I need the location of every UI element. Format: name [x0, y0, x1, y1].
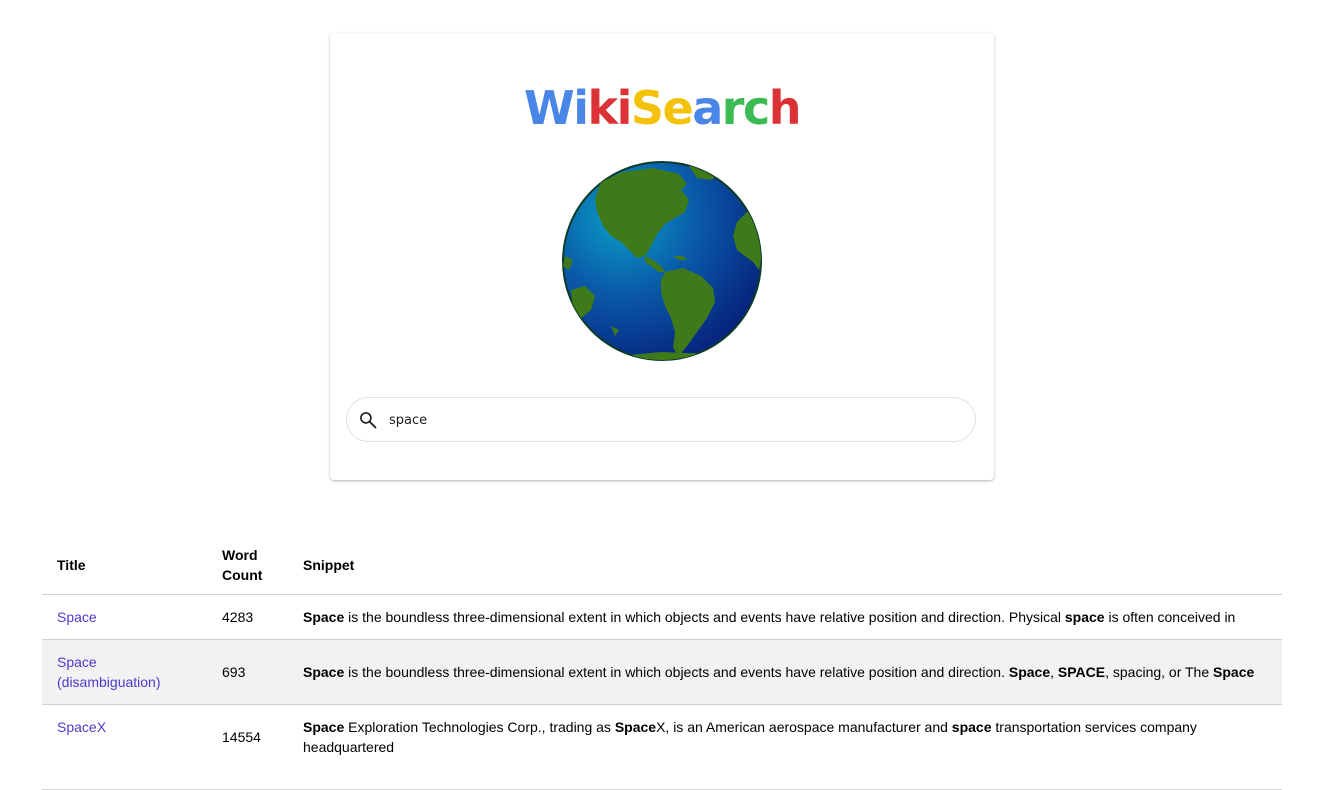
- column-header-title[interactable]: Title: [42, 535, 207, 595]
- column-header-word-count[interactable]: Word Count: [207, 535, 288, 595]
- table-row: Space 4283 Space is the boundless three-…: [42, 594, 1282, 640]
- snippet-text: Exploration Technologies Corp., trading …: [344, 719, 615, 735]
- snippet-text: , spacing, or The: [1105, 664, 1214, 680]
- search-bar[interactable]: [346, 397, 976, 442]
- row-word-count: 693: [207, 639, 288, 705]
- wikisearch-logo: WikiSearch: [330, 85, 994, 131]
- search-card: WikiSearch: [330, 33, 994, 480]
- logo-letter: h: [768, 81, 802, 135]
- snippet-highlight: Space: [614, 719, 657, 735]
- snippet-text: is the boundless three-dimensional exten…: [344, 609, 1065, 625]
- logo-letter: r: [721, 81, 745, 135]
- logo-letter: a: [692, 81, 723, 135]
- result-title-link[interactable]: Space (disambiguation): [57, 652, 177, 692]
- logo-letter: k: [587, 81, 619, 135]
- snippet-text: is the boundless three-dimensional exten…: [344, 664, 1009, 680]
- result-title-link[interactable]: Space: [57, 609, 97, 625]
- row-title-cell: SpaceX: [42, 704, 207, 790]
- snippet-highlight: SPACE: [1057, 664, 1106, 680]
- table-header-row: Title Word Count Snippet: [42, 535, 1282, 595]
- row-snippet: Space is the boundless three-dimensional…: [288, 639, 1282, 705]
- logo-letter: i: [616, 81, 633, 135]
- logo-letter: e: [662, 81, 694, 135]
- snippet-highlight: space: [951, 719, 992, 735]
- row-word-count: 14554: [207, 704, 288, 790]
- snippet-highlight: Space: [303, 664, 345, 680]
- snippet-text: is often conceived in: [1104, 609, 1236, 625]
- row-snippet: Space Exploration Technologies Corp., tr…: [288, 704, 1282, 790]
- logo-letter: c: [742, 81, 770, 135]
- snippet-text: ,: [1050, 664, 1058, 680]
- snippet-text: X, is an American aerospace manufacturer…: [656, 719, 952, 735]
- search-input[interactable]: [389, 409, 949, 431]
- table-row: Space (disambiguation) 693 Space is the …: [42, 639, 1282, 705]
- results-table: Title Word Count Snippet Space 4283 Spac…: [42, 535, 1282, 790]
- snippet-highlight: space: [1064, 609, 1105, 625]
- logo-letter: S: [630, 81, 664, 135]
- row-title-cell: Space (disambiguation): [42, 639, 207, 705]
- search-icon[interactable]: [358, 410, 378, 430]
- snippet-highlight: Space: [303, 609, 345, 625]
- snippet-highlight: Space: [1213, 664, 1255, 680]
- snippet-highlight: Space: [1008, 664, 1051, 680]
- row-snippet: Space is the boundless three-dimensional…: [288, 594, 1282, 640]
- snippet-highlight: Space: [303, 719, 345, 735]
- globe-americas-icon: [562, 161, 762, 361]
- row-title-cell: Space: [42, 594, 207, 640]
- column-header-snippet[interactable]: Snippet: [288, 535, 1282, 595]
- table-row: SpaceX 14554 Space Exploration Technolog…: [42, 704, 1282, 790]
- logo-letter: W: [523, 81, 575, 135]
- logo-letter: i: [573, 81, 589, 135]
- result-title-link[interactable]: SpaceX: [57, 719, 106, 735]
- row-word-count: 4283: [207, 594, 288, 640]
